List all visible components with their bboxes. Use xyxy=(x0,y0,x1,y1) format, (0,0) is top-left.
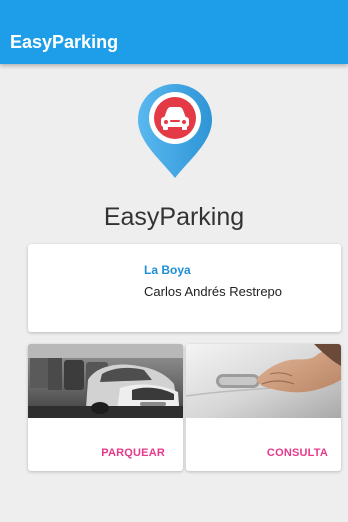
consulta-button[interactable]: CONSULTA xyxy=(267,447,328,459)
parked-cars-photo xyxy=(28,344,183,418)
parquear-button[interactable]: PARQUEAR xyxy=(101,447,165,459)
parking-info-card: La Boya Carlos Andrés Restrepo xyxy=(28,244,341,332)
app-bar-title: EasyParking xyxy=(10,32,119,52)
app-bar: EasyParking xyxy=(0,0,348,64)
car-door-handle-photo xyxy=(186,344,341,418)
consulta-card[interactable]: CONSULTA xyxy=(186,344,341,471)
car-location-pin-icon xyxy=(138,84,212,178)
app-name-heading: EasyParking xyxy=(103,203,245,231)
parquear-card[interactable]: PARQUEAR xyxy=(28,344,183,471)
user-name: Carlos Andrés Restrepo xyxy=(144,284,283,299)
parking-location-name: La Boya xyxy=(144,263,191,277)
